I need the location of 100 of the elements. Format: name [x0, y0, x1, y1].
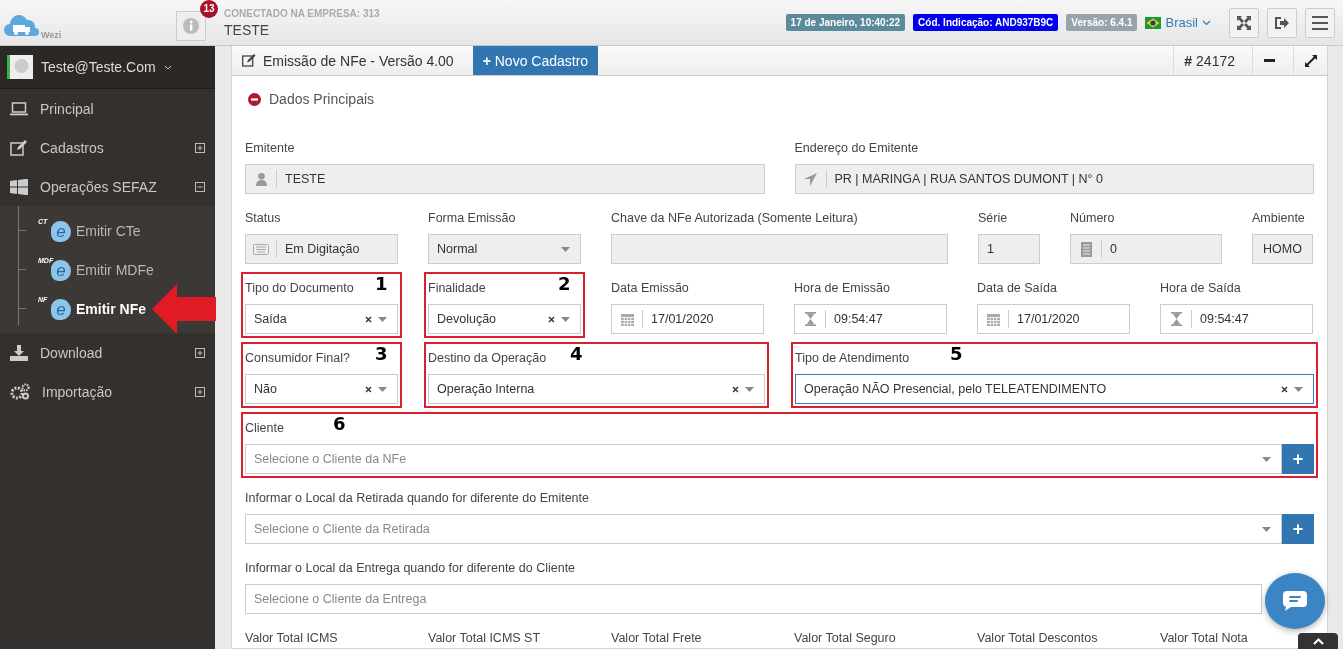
- language-selector[interactable]: Brasil: [1145, 15, 1211, 30]
- arrow-drawing: [152, 284, 216, 334]
- field-label: Série: [978, 210, 1008, 227]
- field-label: Cliente: [245, 420, 284, 437]
- user-icon: [255, 172, 267, 186]
- annotation-number: 5: [950, 343, 963, 364]
- nav-item[interactable]: Principal: [0, 89, 215, 128]
- annotation-number: 6: [333, 413, 346, 434]
- expand-icon: [1304, 54, 1317, 67]
- hourglass-icon: [804, 312, 816, 326]
- nav-item[interactable]: Importação: [0, 372, 215, 411]
- field-label: Informar o Local da Entrega quando for diferente do Cliente: [245, 560, 576, 577]
- menu-button[interactable]: [1305, 7, 1335, 38]
- panel-title: Emissão de NFe - Versão 4.00: [263, 52, 454, 69]
- windows-icon: [10, 178, 28, 195]
- logout-button[interactable]: [1267, 7, 1297, 38]
- input-field[interactable]: PR | MARINGA | RUA SANTOS DUMONT | N° 0: [794, 164, 1314, 194]
- record-number: # 24172: [1173, 46, 1245, 75]
- input-field[interactable]: HOMO: [1252, 234, 1313, 264]
- field-label: Valor Total ICMS ST: [428, 630, 541, 647]
- user-menu[interactable]: Teste@Teste.Com: [0, 46, 215, 89]
- select-field[interactable]: Não: [245, 374, 398, 404]
- select-field[interactable]: Operação NÃO Presencial, pelo TELEATENDIMENTO: [795, 374, 1314, 404]
- field-label: Finalidade: [428, 280, 486, 297]
- edit-icon: [242, 54, 256, 67]
- submenu-item[interactable]: Emitir CTe: [76, 222, 141, 239]
- company-caption: CONECTADO NA EMPRESA: 313: [224, 7, 380, 19]
- location-arrow-icon: [804, 172, 817, 186]
- new-record-button[interactable]: + Novo Cadastro: [472, 46, 599, 75]
- field-label: Tipo do Documento: [245, 280, 354, 297]
- input-field[interactable]: 09:54:47: [1160, 304, 1313, 334]
- calendar-icon: [986, 312, 1000, 326]
- submenu-item[interactable]: Emitir NFe: [76, 300, 146, 317]
- select-field[interactable]: Selecione o Cliente da NFe: [245, 444, 1282, 474]
- select-field[interactable]: Saída: [245, 304, 398, 334]
- input-field[interactable]: TESTE: [245, 164, 765, 194]
- fullscreen-button[interactable]: [1229, 7, 1259, 38]
- field-label: Data de Saída: [977, 280, 1057, 297]
- field-label: Valor Total Descontos: [977, 630, 1098, 647]
- clear-icon[interactable]: [732, 385, 739, 393]
- fullscreen-icon: [1236, 14, 1252, 31]
- add-button[interactable]: +: [1282, 514, 1314, 544]
- gears-icon: [10, 383, 30, 400]
- download-icon: [10, 344, 28, 361]
- field-label: Hora de Emissão: [794, 280, 890, 297]
- caret-icon: [378, 316, 387, 322]
- info-button[interactable]: [176, 10, 206, 41]
- calendar-icon: [620, 312, 634, 326]
- annotation-number: 3: [375, 343, 388, 364]
- field-label: Hora de Saída: [1160, 280, 1241, 297]
- field-label: Tipo de Atendimento: [795, 350, 910, 367]
- field-label: Informar o Local da Retirada quando for diferente do Emitente: [245, 490, 589, 507]
- nav-item[interactable]: Operações SEFAZ: [0, 167, 215, 206]
- nav-item[interactable]: Cadastros: [0, 128, 215, 167]
- input-field[interactable]: 1: [978, 234, 1040, 264]
- input-field[interactable]: [611, 234, 948, 264]
- annotation-number: 4: [570, 343, 583, 364]
- add-button[interactable]: +: [1282, 444, 1314, 474]
- caret-icon: [561, 246, 570, 252]
- field-label: Destino da Operação: [428, 350, 547, 367]
- clear-icon[interactable]: [365, 315, 372, 323]
- field-label: Chave da NFe Autorizada (Somente Leitura): [611, 210, 858, 227]
- annotation-number: 1: [375, 273, 388, 294]
- select-field[interactable]: Selecione o Cliente da Retirada: [245, 514, 1282, 544]
- field-label: Número: [1070, 210, 1115, 227]
- building-icon: [1080, 241, 1092, 257]
- field-label: Valor Total Nota: [1160, 630, 1248, 647]
- scroll-top-button[interactable]: [1298, 633, 1338, 649]
- clear-icon[interactable]: [365, 385, 372, 393]
- chevron-up-icon: [1312, 637, 1324, 645]
- logout-icon: [1274, 14, 1290, 31]
- laptop-icon: [10, 101, 28, 116]
- info-badge: Versão: 6.4.1: [1066, 14, 1138, 31]
- submenu-item[interactable]: Emitir MDFe: [76, 261, 154, 278]
- input-field[interactable]: 17/01/2020: [611, 304, 764, 334]
- caret-icon: [1262, 456, 1271, 462]
- clear-icon[interactable]: [1281, 385, 1288, 393]
- info-badge: 17 de Janeiro, 10:40:22: [785, 14, 906, 31]
- notification-badge: 13: [200, 0, 218, 18]
- clear-icon[interactable]: [548, 315, 555, 323]
- input-field[interactable]: 0: [1070, 234, 1222, 264]
- field-label: Endereço do Emitente: [794, 140, 919, 157]
- chat-icon: [1283, 591, 1307, 611]
- caret-icon: [1262, 526, 1271, 532]
- field-label: Ambiente: [1252, 210, 1305, 227]
- flag-icon: [1145, 16, 1162, 29]
- input-field[interactable]: Selecione o Cliente da Entrega: [245, 584, 1262, 614]
- input-field[interactable]: 17/01/2020: [977, 304, 1130, 334]
- select-field[interactable]: Normal: [428, 234, 581, 264]
- chevron-down-icon: [1202, 19, 1211, 26]
- input-field[interactable]: Em Digitação: [245, 234, 398, 264]
- collapse-icon: [248, 92, 261, 106]
- keyboard-icon: [253, 243, 269, 255]
- field-label: Forma Emissão: [428, 210, 516, 227]
- nav-item[interactable]: Download: [0, 333, 215, 372]
- field-label: Valor Total ICMS: [245, 630, 338, 647]
- select-field[interactable]: Operação Interna: [428, 374, 765, 404]
- field-label: Data Emissão: [611, 280, 689, 297]
- select-field[interactable]: Devolução: [428, 304, 581, 334]
- input-field[interactable]: 09:54:47: [794, 304, 947, 334]
